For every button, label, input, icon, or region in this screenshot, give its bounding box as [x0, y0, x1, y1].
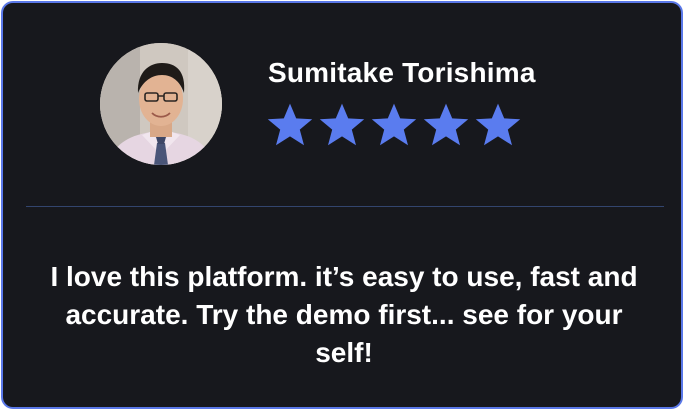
reviewer-name: Sumitake Torishima: [268, 57, 536, 88]
testimonial-card: Sumitake Torishima I love this platform.…: [1, 1, 683, 409]
reviewer-photo-icon: [100, 43, 222, 165]
reviewer-avatar: [100, 43, 222, 165]
star-icon: [267, 103, 313, 146]
star-icon: [475, 103, 521, 146]
star-icon: [371, 103, 417, 146]
star-rating: [266, 102, 522, 148]
testimonial-quote: I love this platform. it’s easy to use, …: [50, 261, 638, 368]
star-icon: [423, 103, 469, 146]
star-icon: [319, 103, 365, 146]
divider: [26, 206, 664, 207]
